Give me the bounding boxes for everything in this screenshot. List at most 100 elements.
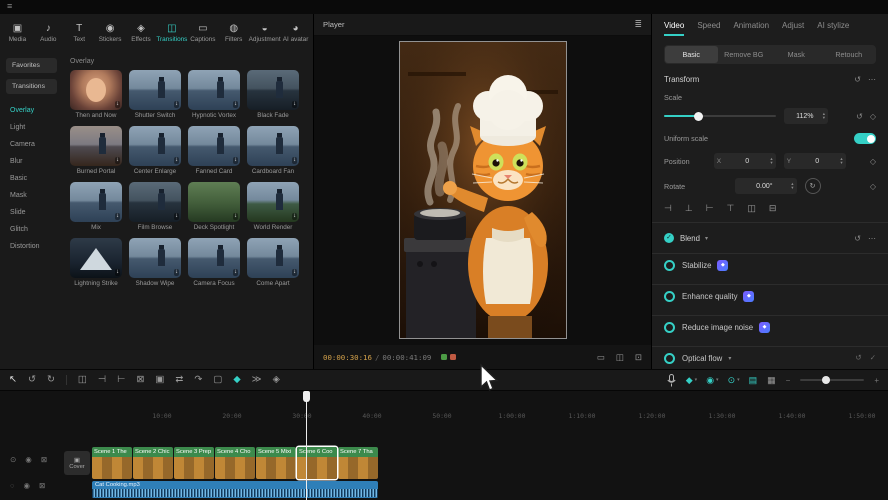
audio-hide-toggle-icon[interactable]: ◉	[23, 481, 30, 490]
clip-scene-5-mixi[interactable]: Scene 5 Mixi	[256, 447, 296, 479]
pos-x-down-icon[interactable]: ▾	[770, 161, 772, 165]
transition-item-come-apart[interactable]: ↓Come Apart	[247, 238, 299, 287]
zoom-out-icon[interactable]: −	[786, 376, 791, 385]
transition-item-deck-spotlight[interactable]: ↓Deck Spotlight	[188, 182, 240, 231]
align-right-icon[interactable]: ⊢	[706, 203, 714, 214]
blend-more-icon[interactable]: ⋯	[868, 234, 876, 243]
fullscreen-icon[interactable]: ⊡	[635, 352, 642, 363]
category-light[interactable]: Light	[0, 119, 62, 136]
blend-chevron-icon[interactable]: ▾	[705, 235, 708, 242]
keyframe-icon[interactable]: ◆	[233, 375, 240, 385]
feature-stabilize[interactable]: Stabilize◆	[664, 255, 876, 276]
transition-item-world-render[interactable]: ↓World Render	[247, 182, 299, 231]
freeze-frame-icon[interactable]: ▣	[155, 375, 164, 385]
clip-scene-7-tha[interactable]: Scene 7 Tha	[338, 447, 378, 479]
category-overlay[interactable]: Overlay	[0, 102, 62, 119]
feature-reduce-image-noise[interactable]: Reduce image noise◆	[664, 317, 876, 338]
position-y-stepper[interactable]: Y 0 ▴ ▾	[784, 153, 846, 169]
toolbar-tab-captions[interactable]: ▭Captions	[187, 16, 218, 50]
app-menu-icon[interactable]: ≡	[7, 1, 12, 11]
scale-keyframe-icon[interactable]: ◇	[870, 112, 876, 121]
reset-all-icon[interactable]: ↺	[855, 353, 861, 362]
category-glitch[interactable]: Glitch	[0, 221, 62, 238]
toolbar-tab-stickers[interactable]: ◉Stickers	[95, 16, 126, 50]
mirror-icon[interactable]: ⇄	[175, 375, 183, 385]
scale-stepper[interactable]: ▴ ▾	[823, 112, 825, 120]
tab-animation[interactable]: Animation	[733, 21, 769, 34]
reset-scale-icon[interactable]: ↺	[856, 112, 863, 121]
transition-item-mix[interactable]: ↓Mix	[70, 182, 122, 231]
audio-lock-toggle-icon[interactable]: ⊠	[39, 481, 45, 490]
subtab-remove-bg[interactable]: Remove BG	[718, 46, 771, 63]
pos-y-down-icon[interactable]: ▾	[840, 161, 842, 165]
video-hide-toggle-icon[interactable]: ◉	[25, 455, 32, 464]
player-menu-icon[interactable]: ≣	[634, 19, 642, 30]
subtab-basic[interactable]: Basic	[665, 46, 718, 63]
audio-mute-toggle-icon[interactable]: ◌	[10, 481, 14, 490]
select-tool-icon[interactable]: ↖	[9, 375, 17, 385]
transition-item-fanned-card[interactable]: ↓Fanned Card	[188, 126, 240, 175]
cover-button[interactable]: ▣ Cover	[64, 451, 90, 475]
delete-icon[interactable]: ⊠	[136, 375, 144, 385]
align-top-icon[interactable]: ⊤	[727, 203, 735, 214]
zoom-knob[interactable]	[822, 376, 830, 384]
video-frame[interactable]	[399, 41, 567, 339]
transition-item-center-enlarge[interactable]: ↓Center Enlarge	[129, 126, 181, 175]
reset-blend-icon[interactable]: ↺	[854, 234, 861, 243]
microphone-icon[interactable]	[667, 374, 676, 387]
rotate-down-icon[interactable]: ▾	[791, 186, 793, 190]
main-track-magnet-toggle[interactable]: ◆▾	[686, 375, 697, 386]
playhead-handle[interactable]	[303, 391, 310, 402]
clip-scene-2-chic[interactable]: Scene 2 Chic	[133, 447, 173, 479]
align-left-icon[interactable]: ⊣	[664, 203, 672, 214]
transition-item-then-and-now[interactable]: ↓Then and Now	[70, 70, 122, 119]
speed-icon[interactable]: ≫	[252, 375, 262, 385]
transition-item-burned-portal[interactable]: ↓Burned Portal	[70, 126, 122, 175]
toolbar-tab-filters[interactable]: ◍Filters	[218, 16, 249, 50]
tab-video[interactable]: Video	[664, 21, 684, 36]
tab-adjust[interactable]: Adjust	[782, 21, 804, 34]
category-distortion[interactable]: Distortion	[0, 238, 62, 255]
crop-icon[interactable]: ▢	[213, 375, 222, 385]
clip-scene-6-coo[interactable]: Scene 6 Coo	[297, 447, 337, 479]
favorites-button[interactable]: Favorites	[6, 58, 57, 73]
player-stage[interactable]	[314, 36, 651, 345]
scale-slider-knob[interactable]	[694, 112, 703, 121]
scale-step-down-icon[interactable]: ▾	[823, 116, 825, 120]
blend-checkbox[interactable]: ✓	[664, 233, 674, 243]
playhead[interactable]	[306, 391, 307, 500]
toolbar-tab-adjustment[interactable]: ◒Adjustment	[249, 16, 280, 50]
toolbar-tab-ai-avatar[interactable]: ◕AI avatar	[280, 16, 311, 50]
blend-row[interactable]: ✓ Blend ▾ ↺ ⋯	[664, 231, 876, 245]
toolbar-tab-text[interactable]: TText	[64, 16, 95, 50]
clip-scene-3-prep[interactable]: Scene 3 Prep	[174, 447, 214, 479]
transition-item-black-fade[interactable]: ↓Black Fade	[247, 70, 299, 119]
align-center-v-icon[interactable]: ◫	[747, 203, 756, 214]
rotate-keyframe-icon[interactable]: ◇	[870, 182, 876, 191]
transition-item-camera-focus[interactable]: ↓Camera Focus	[188, 238, 240, 287]
rotate-icon[interactable]: ↷	[194, 375, 202, 385]
video-record-toggle-icon[interactable]: ⊙	[10, 455, 16, 464]
category-blur[interactable]: Blur	[0, 153, 62, 170]
chevron-down-icon[interactable]: ▾	[728, 355, 731, 362]
toolbar-tab-media[interactable]: ▣Media	[2, 16, 33, 50]
align-center-h-icon[interactable]: ⊥	[685, 203, 693, 214]
position-keyframe-icon[interactable]: ◇	[870, 157, 876, 166]
transitions-group-button[interactable]: Transitions	[6, 79, 57, 94]
category-mask[interactable]: Mask	[0, 187, 62, 204]
toolbar-tab-effects[interactable]: ◈Effects	[126, 16, 157, 50]
toolbar-tab-transitions[interactable]: ◫Transitions	[156, 16, 187, 50]
link-clips-toggle[interactable]: ⊙▾	[728, 375, 740, 386]
track-display-icon[interactable]: ▦	[767, 375, 776, 386]
feature-optical-flow[interactable]: Optical flow▾	[664, 348, 876, 369]
transition-item-shutter-switch[interactable]: ↓Shutter Switch	[129, 70, 181, 119]
position-x-stepper[interactable]: X 0 ▴ ▾	[714, 153, 776, 169]
transform-more-icon[interactable]: ⋯	[868, 75, 876, 84]
transition-item-shadow-wipe[interactable]: ↓Shadow Wipe	[129, 238, 181, 287]
clip-scene-1-the[interactable]: Scene 1 The	[92, 447, 132, 479]
clip-scene-4-cho[interactable]: Scene 4 Cho	[215, 447, 255, 479]
category-slide[interactable]: Slide	[0, 204, 62, 221]
video-lock-toggle-icon[interactable]: ⊠	[41, 455, 47, 464]
subtab-retouch[interactable]: Retouch	[823, 46, 876, 63]
tab-ai-stylize[interactable]: AI stylize	[817, 21, 849, 34]
